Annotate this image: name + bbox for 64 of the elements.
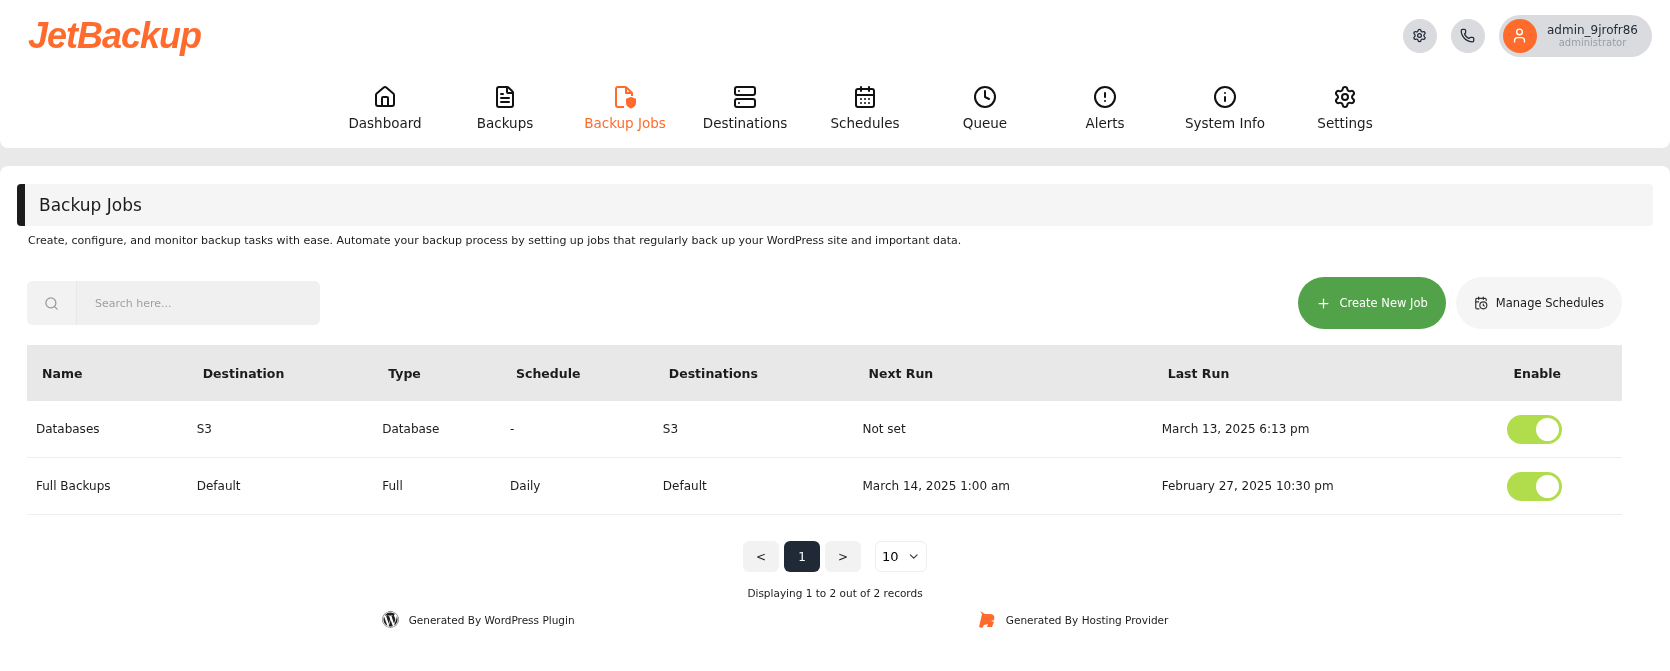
nav-tab[interactable]: Destinations	[685, 85, 805, 131]
table-cell: Full Backups	[27, 457, 188, 515]
plus-icon	[1316, 295, 1332, 311]
server-icon	[733, 85, 757, 109]
table-cell: Default	[653, 457, 854, 515]
page-button[interactable]: 1	[784, 541, 820, 572]
column-header: Enable	[1498, 345, 1622, 401]
table-cell: March 13, 2025 6:13 pm	[1152, 401, 1499, 458]
table-cell: S3	[187, 401, 374, 458]
document-icon	[493, 85, 517, 109]
wordpress-logo-icon	[381, 611, 399, 628]
column-header: Type	[373, 345, 502, 401]
enable-toggle[interactable]	[1507, 471, 1563, 501]
table-cell: S3	[653, 401, 854, 458]
home-icon	[373, 85, 397, 109]
column-header: Destination	[187, 345, 374, 401]
nav-tab[interactable]: Alerts	[1045, 85, 1165, 131]
settings-button[interactable]	[1403, 18, 1437, 53]
footer-credit: Generated By Hosting Provider	[1005, 613, 1169, 626]
next-page-button[interactable]: >	[825, 541, 861, 572]
user-menu[interactable]: admin_9jrofr86 administrator	[1499, 14, 1652, 57]
records-summary: Displaying 1 to 2 out of 2 records	[746, 587, 924, 599]
settings-icon	[1333, 85, 1357, 109]
table-cell: Default	[187, 457, 374, 515]
logo: JetBackup	[28, 14, 202, 57]
nav-tab[interactable]: Schedules	[805, 85, 925, 131]
settings-icon	[1412, 28, 1428, 43]
footer-credit: Generated By WordPress Plugin	[408, 613, 575, 626]
table-cell: February 27, 2025 10:30 pm	[1152, 457, 1499, 515]
calendar-clock-icon	[1473, 296, 1488, 310]
table-cell: Databases	[27, 401, 188, 458]
column-header: Schedule	[501, 345, 654, 401]
table-cell: March 14, 2025 1:00 am	[853, 457, 1153, 515]
search-icon	[44, 295, 59, 311]
file-shield-icon	[612, 85, 638, 109]
nav-tab[interactable]: System Info	[1165, 85, 1285, 131]
table-cell: Database	[373, 401, 502, 458]
table-cell: -	[501, 401, 654, 458]
alert-icon	[1093, 85, 1117, 109]
column-header: Destinations	[653, 345, 854, 401]
calendar-icon	[853, 85, 877, 109]
phone-icon	[1460, 28, 1476, 43]
manage-schedules-button[interactable]: Manage Schedules	[1455, 277, 1622, 329]
page-description: Create, configure, and monitor backup tasks with ease. Automate your backup process by setting up jobs that regularly back up your WordPress site and important data.	[28, 234, 963, 247]
phone-button[interactable]	[1451, 18, 1485, 53]
column-header: Name	[27, 345, 188, 401]
nav-tab[interactable]: Queue	[925, 85, 1045, 131]
nav-tab[interactable]: Dashboard	[325, 85, 445, 131]
user-role: administrator	[1557, 37, 1628, 48]
column-header: Last Run	[1152, 345, 1499, 401]
table-cell: Daily	[501, 457, 654, 515]
info-icon	[1213, 85, 1237, 109]
column-header: Next Run	[853, 345, 1153, 401]
table-cell: Full	[373, 457, 502, 515]
previous-page-button[interactable]: <	[743, 541, 779, 572]
hosting-logo-icon	[977, 611, 996, 628]
nav-tab[interactable]: Backups	[445, 85, 565, 131]
per-page-select[interactable]: 10	[875, 541, 927, 572]
page-title: Backup Jobs	[17, 184, 1653, 226]
user-name: admin_9jrofr86	[1547, 23, 1638, 37]
enable-toggle[interactable]	[1507, 414, 1563, 444]
clock-icon	[973, 85, 997, 109]
table-cell: Not set	[853, 401, 1153, 458]
nav-tab[interactable]: Settings	[1285, 85, 1405, 131]
